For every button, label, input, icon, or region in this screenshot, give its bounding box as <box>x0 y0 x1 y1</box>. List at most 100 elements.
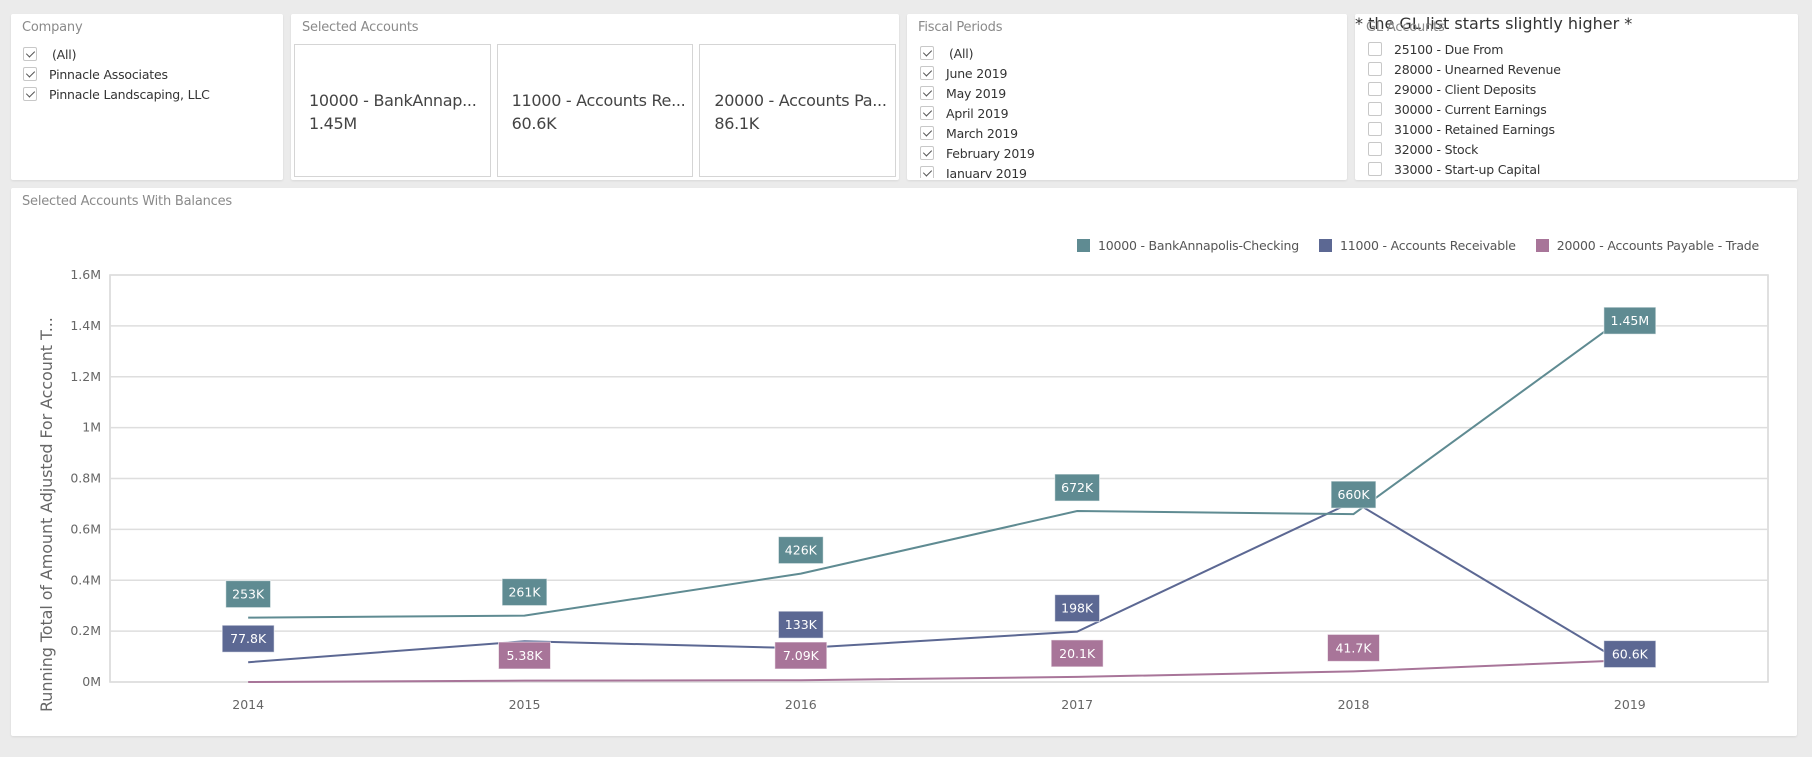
data-label: 60.6K <box>1603 640 1657 669</box>
checkbox[interactable] <box>920 126 934 140</box>
checkbox[interactable] <box>1368 142 1382 156</box>
company-item[interactable]: (All) <box>23 44 275 64</box>
company-item[interactable]: Pinnacle Associates <box>23 64 275 84</box>
data-label-text: 77.8K <box>230 631 267 646</box>
checkbox[interactable] <box>1368 62 1382 76</box>
gl-account-item-label: 28000 - Unearned Revenue <box>1394 61 1561 77</box>
y-tick-label: 0.2M <box>70 623 101 638</box>
gl-account-item-label: 25100 - Due From <box>1394 41 1504 57</box>
account-cards: 10000 - BankAnnap... 1.45M 11000 - Accou… <box>294 44 897 177</box>
account-card-receivable[interactable]: 11000 - Accounts Re... 60.6K <box>496 44 694 177</box>
gl-account-item[interactable]: 28000 - Unearned Revenue <box>1368 59 1790 79</box>
gl-account-item[interactable]: 33000 - Start-up Capital <box>1368 159 1790 178</box>
gl-account-item[interactable]: 32000 - Stock <box>1368 139 1790 159</box>
gl-account-item[interactable]: 30000 - Current Earnings <box>1368 99 1790 119</box>
checkbox[interactable] <box>920 66 934 80</box>
fiscal-period-item-label: June 2019 <box>946 65 1008 81</box>
x-tick-label: 2017 <box>1061 697 1093 712</box>
data-label-text: 672K <box>1061 480 1094 495</box>
gl-account-item[interactable]: 25100 - Due From <box>1368 39 1790 59</box>
data-label-text: 253K <box>232 587 265 602</box>
gl-account-item[interactable]: 29000 - Client Deposits <box>1368 79 1790 99</box>
fiscal-period-item-label: January 2019 <box>946 165 1027 179</box>
gl-accounts-slicer: GL Accounts * the GL list starts slightl… <box>1355 14 1798 180</box>
company-slicer-title: Company <box>22 20 83 35</box>
gl-account-item-label: 33000 - Start-up Capital <box>1394 161 1541 177</box>
account-card-value: 1.45M <box>309 114 357 133</box>
data-label-text: 133K <box>785 617 818 632</box>
checkbox[interactable] <box>920 106 934 120</box>
gl-account-item[interactable]: 31000 - Retained Earnings <box>1368 119 1790 139</box>
fiscal-period-item-label: May 2019 <box>946 85 1007 101</box>
checkbox[interactable] <box>23 67 37 81</box>
company-item[interactable]: Pinnacle Landscaping, LLC <box>23 84 275 104</box>
x-tick-label: 2015 <box>509 697 541 712</box>
fiscal-period-item[interactable]: May 2019 <box>920 83 1339 103</box>
data-label: 77.8K <box>221 624 275 653</box>
fiscal-period-item[interactable]: April 2019 <box>920 103 1339 123</box>
x-tick-label: 2018 <box>1338 697 1370 712</box>
checkbox[interactable] <box>920 146 934 160</box>
account-card-value: 60.6K <box>511 114 557 133</box>
company-slicer-list: (All) Pinnacle Associates Pinnacle Landsca… <box>23 44 275 178</box>
y-tick-label: 1.4M <box>70 318 101 333</box>
account-card-value: 86.1K <box>714 114 759 133</box>
x-tick-label: 2014 <box>232 697 264 712</box>
gl-accounts-list[interactable]: 25100 - Due From 28000 - Unearned Revenue… <box>1368 39 1790 178</box>
fiscal-period-item-label: (All) <box>949 45 974 61</box>
data-label: 41.7K <box>1327 633 1380 662</box>
data-label-text: 198K <box>1061 601 1094 616</box>
checkbox[interactable] <box>1368 82 1382 96</box>
y-tick-label: 0.8M <box>70 471 101 486</box>
fiscal-period-item-label: March 2019 <box>946 125 1018 141</box>
gl-account-item-label: 31000 - Retained Earnings <box>1394 121 1555 137</box>
fiscal-period-item[interactable]: January 2019 <box>920 163 1339 178</box>
data-label-text: 5.38K <box>506 648 543 663</box>
company-item-label: (All) <box>52 46 77 62</box>
data-label: 7.09K <box>774 641 828 670</box>
fiscal-period-item[interactable]: March 2019 <box>920 123 1339 143</box>
company-item-label: Pinnacle Landscaping, LLC <box>49 86 210 102</box>
checkbox[interactable] <box>1368 102 1382 116</box>
account-card-payable[interactable]: 20000 - Accounts Pa... 86.1K <box>699 44 897 177</box>
fiscal-periods-slicer: Fiscal Periods (All) June 2019 May 2019 Apr… <box>907 14 1347 180</box>
fiscal-period-item-label: April 2019 <box>946 105 1009 121</box>
checkbox[interactable] <box>920 166 934 178</box>
company-item-label: Pinnacle Associates <box>49 66 168 82</box>
checkbox[interactable] <box>920 46 934 60</box>
fiscal-period-item[interactable]: February 2019 <box>920 143 1339 163</box>
checkbox[interactable] <box>1368 162 1382 176</box>
gl-accounts-title: GL Accounts <box>1366 20 1445 35</box>
fiscal-period-item[interactable]: (All) <box>920 43 1339 63</box>
data-label-text: 1.45M <box>1611 313 1650 328</box>
checkbox[interactable] <box>920 86 934 100</box>
gl-account-item-label: 30000 - Current Earnings <box>1394 101 1547 117</box>
gl-account-item-label: 29000 - Client Deposits <box>1394 81 1537 97</box>
data-label: 198K <box>1054 594 1101 623</box>
x-tick-label: 2016 <box>785 697 817 712</box>
data-label: 426K <box>777 536 824 565</box>
data-label: 5.38K <box>498 641 551 670</box>
line-chart: 0M 0.2M 0.4M 0.6M 0.8M 1M 1.2M 1.4M 1.6M 2014 2015… <box>70 267 1769 712</box>
y-tick-label: 0.4M <box>70 572 101 587</box>
checkbox[interactable] <box>23 87 37 101</box>
gl-account-item-label: 32000 - Stock <box>1394 141 1479 157</box>
series-line-11000 <box>248 500 1631 668</box>
x-tick-label: 2019 <box>1614 697 1646 712</box>
account-card-bank[interactable]: 10000 - BankAnnap... 1.45M <box>294 44 491 177</box>
data-label-text: 660K <box>1337 487 1370 502</box>
company-slicer: Company (All) Pinnacle Associates Pinnacle… <box>11 14 283 180</box>
data-label-text: 41.7K <box>1335 640 1372 655</box>
account-card-label: 11000 - Accounts Re... <box>511 91 686 110</box>
checkbox[interactable] <box>23 47 37 61</box>
checkbox[interactable] <box>1368 122 1382 136</box>
series-line-10000 <box>248 312 1631 619</box>
fiscal-period-item[interactable]: June 2019 <box>920 63 1339 83</box>
chart-panel: Selected Accounts With Balances 10000 - … <box>11 188 1797 736</box>
y-tick-label: 0M <box>82 674 101 689</box>
checkbox[interactable] <box>1368 42 1382 56</box>
data-label-text: 60.6K <box>1612 647 1649 662</box>
fiscal-periods-list[interactable]: (All) June 2019 May 2019 April 2019 March 20… <box>920 43 1339 178</box>
data-label: 660K <box>1330 480 1377 509</box>
y-tick-label: 1M <box>82 420 101 435</box>
